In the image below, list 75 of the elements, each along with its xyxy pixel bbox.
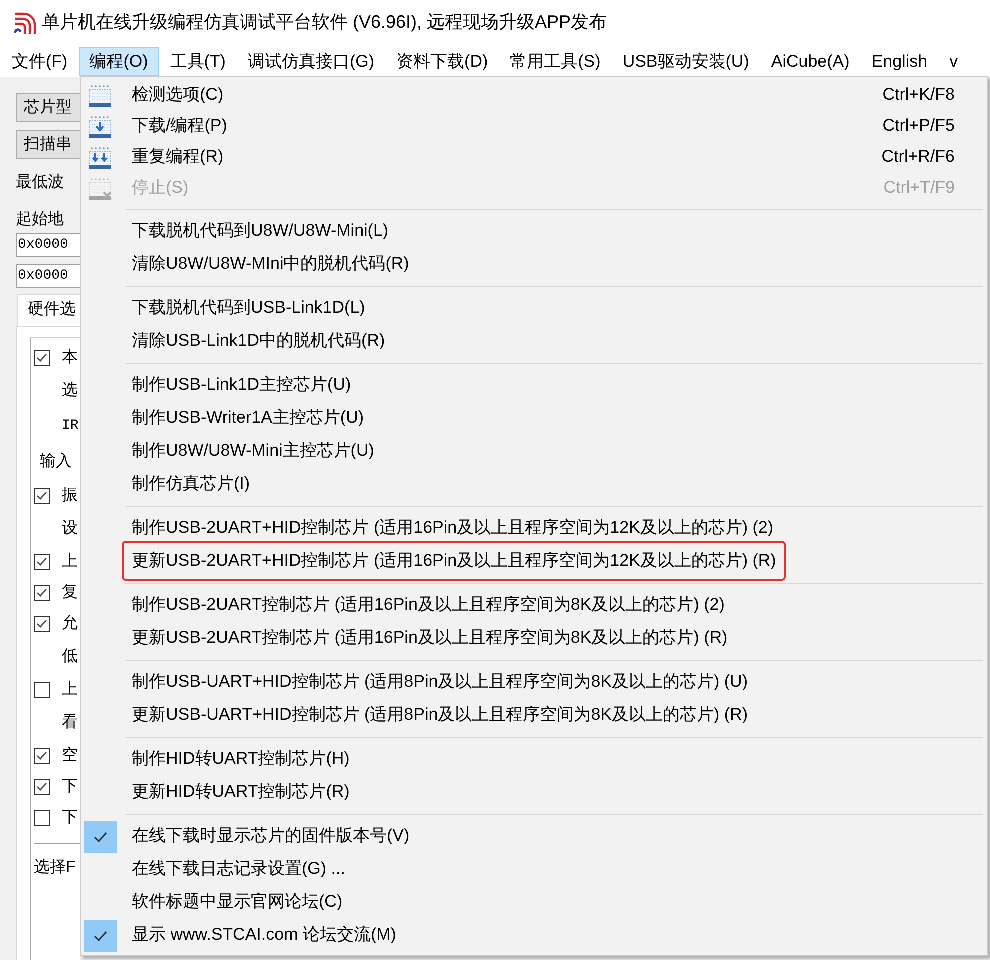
app-logo-icon: [14, 12, 36, 34]
menu-bar-item[interactable]: 常用工具(S): [499, 47, 612, 76]
menu-bar-item[interactable]: 工具(T): [159, 47, 237, 76]
menu-item[interactable]: 检测选项(C) Ctrl+K/F8: [81, 80, 987, 111]
option-label: 允: [62, 614, 78, 634]
checkbox[interactable]: [34, 584, 50, 600]
shortcut-label: Ctrl+R/F6: [882, 147, 956, 168]
shortcut-label: Ctrl+P/F5: [882, 116, 956, 137]
checkbox[interactable]: [34, 748, 50, 764]
option-label: 空: [62, 746, 78, 766]
menu-bar-item[interactable]: 文件(F): [1, 47, 79, 76]
option-note: 低: [62, 646, 78, 666]
menu-bar-item[interactable]: AiCube(A): [760, 47, 861, 76]
menu-item[interactable]: 在线下载日志记录设置(G) ...: [81, 853, 987, 886]
chip-arrow-icon: [88, 114, 112, 138]
baud-rate-label: 最低波: [16, 173, 64, 193]
menu-item[interactable]: 下载脱机代码到USB-Link1D(L): [81, 292, 987, 325]
checkbox[interactable]: [34, 488, 50, 504]
menu-item[interactable]: 下载脱机代码到U8W/U8W-Mini(L): [81, 215, 987, 248]
checkbox[interactable]: [34, 616, 50, 632]
chip-cross-icon: [88, 176, 112, 200]
option-label: 下: [62, 776, 78, 796]
option-note: 看: [62, 712, 78, 732]
menu-bar-item[interactable]: 编程(O): [78, 47, 160, 76]
menu-item[interactable]: 制作USB-Writer1A主控芯片(U): [81, 402, 987, 435]
checkbox[interactable]: [34, 778, 50, 794]
menu-item[interactable]: 更新USB-UART+HID控制芯片 (适用8Pin及以上且程序空间为8K及以上的芯片) (R): [81, 699, 987, 732]
menu-item[interactable]: 更新HID转UART控制芯片(R): [81, 776, 987, 809]
menu-item[interactable]: 制作U8W/U8W-Mini主控芯片(U): [81, 435, 987, 468]
menu-item[interactable]: 显示 www.STCAI.com 论坛交流(M): [81, 919, 987, 952]
menu-bar-item[interactable]: 资料下载(D): [386, 47, 500, 76]
scan-port-button[interactable]: 扫描串: [16, 130, 80, 159]
option-note: 设: [62, 518, 78, 538]
menu-item[interactable]: 制作仿真芯片(I): [81, 468, 987, 501]
checkbox[interactable]: [34, 350, 50, 366]
menu-item[interactable]: 下载/编程(P) Ctrl+P/F5: [81, 111, 987, 142]
option-label: 振: [62, 486, 78, 506]
chip-icon: [88, 84, 112, 108]
option-label: 本: [62, 348, 78, 368]
menu-bar-item[interactable]: English: [860, 47, 939, 76]
menu-bar-item[interactable]: 调试仿真接口(G): [236, 47, 386, 76]
menu-item[interactable]: 制作USB-2UART控制芯片 (适用16Pin及以上且程序空间为8K及以上的芯片) (2): [81, 589, 987, 622]
chip-model-button[interactable]: 芯片型: [16, 93, 80, 122]
menu-item[interactable]: 重复编程(R) Ctrl+R/F6: [81, 142, 987, 173]
menu-item[interactable]: 制作USB-UART+HID控制芯片 (适用8Pin及以上且程序空间为8K及以上的芯片) (U): [81, 666, 987, 699]
menu-item[interactable]: 在线下载时显示芯片的固件版本号(V): [81, 820, 987, 853]
shortcut-label: Ctrl+K/F8: [882, 85, 956, 106]
option-label: 上: [62, 552, 78, 572]
menu-item[interactable]: 清除USB-Link1D中的脱机代码(R): [81, 325, 987, 358]
menu-item[interactable]: 清除U8W/U8W-MIni中的脱机代码(R): [81, 248, 987, 281]
checkbox[interactable]: [34, 554, 50, 570]
window-title: 单片机在线升级编程仿真调试平台软件 (V6.96I), 远程现场升级APP发布: [42, 12, 608, 34]
menu-bar-item[interactable]: v: [938, 47, 970, 76]
option-label: 上: [62, 680, 78, 700]
menu-bar-item[interactable]: USB驱动安装(U): [612, 47, 760, 76]
option-label: 下: [62, 808, 78, 828]
hardware-tab[interactable]: 硬件选: [17, 294, 80, 326]
start-address-label: 起始地: [16, 210, 64, 230]
option-heading: 输入: [40, 452, 72, 472]
shortcut-label: Ctrl+T/F9: [884, 178, 956, 199]
menu-item[interactable]: 制作HID转UART控制芯片(H): [81, 743, 987, 776]
checkbox[interactable]: [34, 682, 50, 698]
menu-item[interactable]: 更新USB-2UART控制芯片 (适用16Pin及以上且程序空间为8K及以上的芯片) (R): [81, 622, 987, 655]
option-note: 选: [62, 380, 78, 400]
option-label: 复: [62, 582, 78, 602]
menu-item[interactable]: 更新USB-2UART+HID控制芯片 (适用16Pin及以上且程序空间为12K及以上的芯片) (R): [81, 545, 987, 578]
address-field[interactable]: 0x0000: [16, 233, 80, 257]
menu-item[interactable]: 制作USB-2UART+HID控制芯片 (适用16Pin及以上且程序空间为12K及以上的芯片) (2): [81, 512, 987, 545]
menu-item[interactable]: 软件标题中显示官网论坛(C): [81, 886, 987, 919]
option-note: IR: [62, 416, 79, 436]
checkbox[interactable]: [34, 810, 50, 826]
menu-item[interactable]: 制作USB-Link1D主控芯片(U): [81, 369, 987, 402]
address-field[interactable]: 0x0000: [16, 264, 80, 288]
chip-double-arrow-icon: [88, 146, 112, 170]
select-label: 选择F: [34, 858, 77, 878]
